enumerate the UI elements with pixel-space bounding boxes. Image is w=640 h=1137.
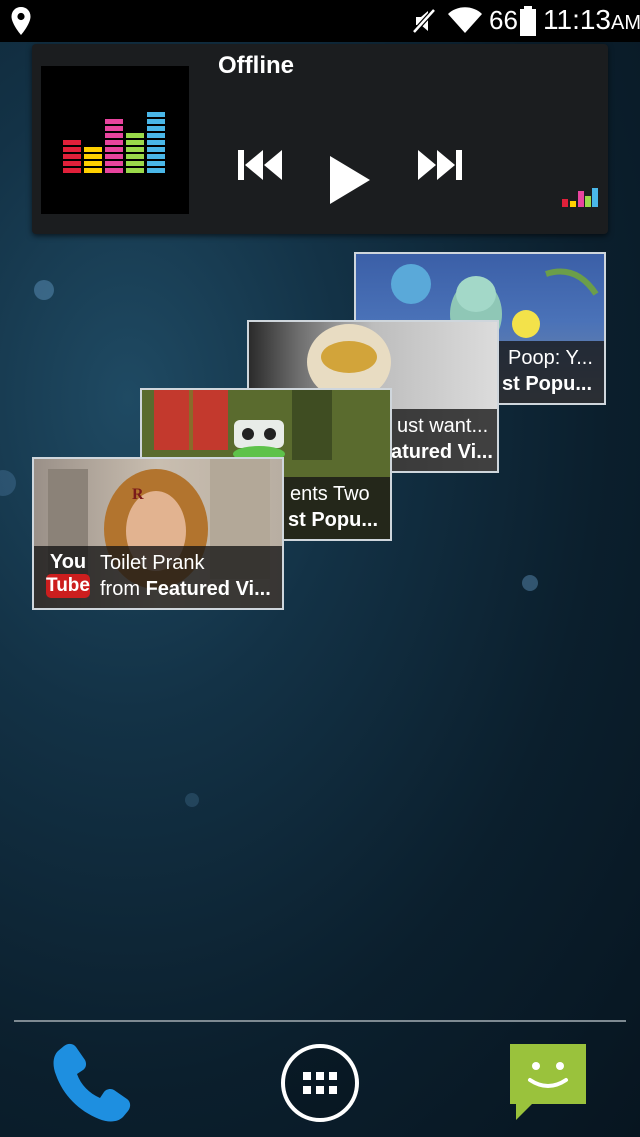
next-track-button[interactable] bbox=[416, 148, 464, 187]
video-source: Featured Vi... bbox=[145, 578, 271, 600]
clock-time: 11:13AM bbox=[543, 5, 640, 38]
mute-icon bbox=[410, 7, 438, 40]
clock-ampm: AM bbox=[611, 12, 640, 34]
video-source-line: from Featured Vi... bbox=[100, 578, 271, 601]
bokeh-dot bbox=[185, 793, 199, 807]
youtube-logo-tube: Tube bbox=[46, 574, 90, 598]
previous-track-button[interactable] bbox=[236, 148, 284, 187]
wifi-icon bbox=[447, 5, 483, 40]
video-title: Toilet Prank bbox=[100, 552, 205, 574]
music-widget[interactable]: Offline bbox=[32, 44, 608, 234]
video-from-label: from bbox=[100, 578, 140, 600]
video-title: ust want... bbox=[397, 415, 489, 437]
bokeh-dot bbox=[522, 575, 538, 591]
battery-level-text: 66 bbox=[489, 5, 518, 35]
video-source: st Popu... bbox=[502, 373, 592, 395]
video-title: ents Two bbox=[290, 483, 370, 505]
youtube-logo-you: You bbox=[49, 551, 87, 573]
status-bar: 66 11:13AM bbox=[0, 0, 640, 42]
bokeh-dot bbox=[0, 470, 16, 496]
dock-divider bbox=[14, 1020, 626, 1022]
youtube-logo: You Tube bbox=[46, 552, 90, 598]
location-pin-icon bbox=[10, 6, 32, 41]
video-source: st Popu... bbox=[288, 509, 378, 531]
music-status-text: Offline bbox=[218, 52, 294, 79]
video-source: atured Vi... bbox=[391, 441, 493, 463]
video-caption: You Tube Toilet Prank from Featured Vi..… bbox=[34, 546, 282, 608]
music-app-logo[interactable] bbox=[41, 66, 189, 214]
svg-text:R: R bbox=[132, 486, 144, 503]
battery-icon bbox=[520, 6, 536, 41]
play-button[interactable] bbox=[328, 154, 372, 211]
video-card[interactable]: R You Tube Toilet Prank from Featured Vi… bbox=[32, 457, 284, 610]
messaging-icon[interactable] bbox=[508, 1042, 588, 1127]
music-brand-mini-icon bbox=[562, 187, 598, 212]
app-drawer-button[interactable] bbox=[280, 1043, 360, 1128]
bokeh-dot bbox=[34, 280, 54, 300]
video-title: Poop: Y... bbox=[508, 347, 593, 369]
clock-time-digits: 11:13 bbox=[543, 4, 611, 35]
phone-icon[interactable] bbox=[50, 1040, 134, 1127]
